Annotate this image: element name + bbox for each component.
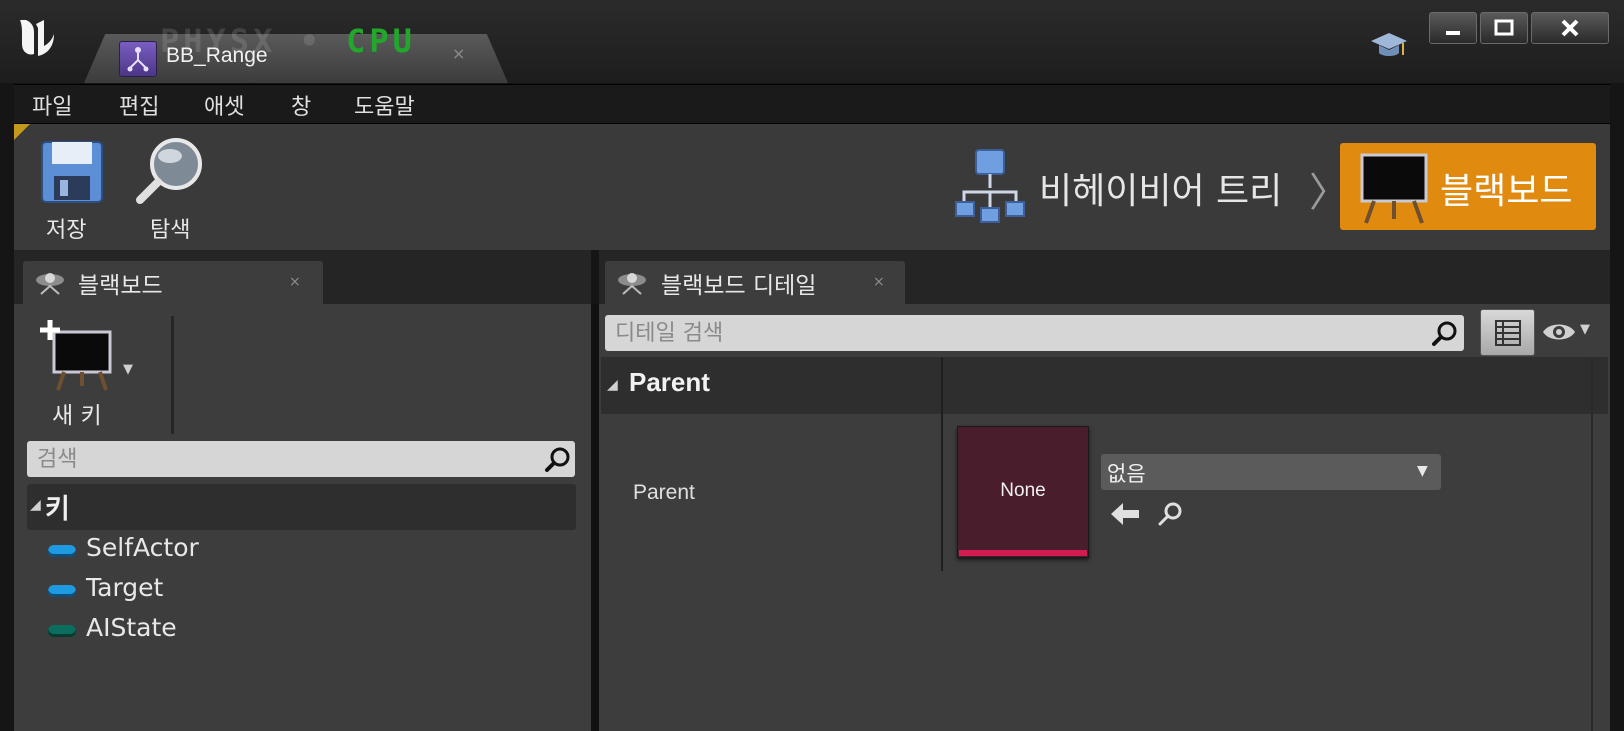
close-window-button[interactable] [1531, 12, 1609, 44]
menu-window[interactable]: 창 [291, 89, 311, 121]
key-search-input[interactable] [27, 441, 575, 477]
chevron-down-icon[interactable]: ▼ [1417, 463, 1428, 479]
property-matrix-button[interactable] [1480, 309, 1535, 356]
parent-category-label: Parent [629, 367, 710, 397]
tab-close-icon[interactable]: × [873, 274, 885, 290]
menu-edit[interactable]: 편집 [119, 89, 159, 121]
menu-bar: 파일 편집 애셋 창 도움말 [14, 84, 1610, 124]
mode-behavior-tree-label: 비헤이비어 트리 [1039, 171, 1283, 212]
key-name: SelfActor [86, 533, 199, 562]
key-name: Target [86, 573, 164, 602]
blackboard-details-tab-icon [618, 273, 646, 295]
toolbar-divider [171, 316, 174, 434]
minimize-icon [1446, 31, 1460, 35]
key-type-object-icon [48, 585, 76, 597]
grid-list-icon [1494, 319, 1521, 346]
minimize-button[interactable] [1429, 12, 1477, 44]
search-icon[interactable] [544, 445, 572, 473]
column-divider[interactable] [941, 357, 943, 571]
asset-picker-value: 없음 [1107, 462, 1146, 486]
blackboard-icon [1360, 153, 1428, 224]
menu-file[interactable]: 파일 [32, 89, 72, 121]
browse-search-icon[interactable] [1157, 500, 1185, 528]
asset-picker-combo[interactable] [1101, 454, 1441, 490]
key-list-item[interactable]: SelfActor [48, 533, 568, 567]
keys-category-label: 키 [45, 494, 70, 525]
unreal-logo-icon [20, 20, 54, 56]
blackboard-tab-icon [36, 273, 64, 295]
key-name: AIState [86, 613, 177, 642]
eye-icon[interactable] [1541, 320, 1577, 344]
mode-blackboard-label: 블랙보드 [1440, 171, 1573, 212]
keys-category-header[interactable] [27, 484, 576, 530]
asset-thumbnail-label: None [1000, 480, 1046, 501]
browse-button[interactable]: 탐색 [132, 134, 212, 244]
tutorial-hat-icon[interactable] [1369, 25, 1409, 65]
menu-asset[interactable]: 애셋 [204, 89, 244, 121]
new-key-icon [40, 320, 112, 391]
new-key-label: 새 키 [52, 403, 102, 429]
key-list-item[interactable]: Target [48, 573, 568, 607]
parent-property-label: Parent [633, 481, 695, 504]
maximize-button[interactable] [1480, 12, 1528, 44]
asset-tab-title: BB_Range [166, 44, 268, 67]
key-type-object-icon [48, 545, 76, 557]
details-search-input[interactable] [605, 315, 1464, 351]
menu-help[interactable]: 도움말 [354, 89, 415, 121]
parent-category-header[interactable] [601, 357, 1608, 414]
chevron-down-icon[interactable]: ▼ [123, 362, 133, 377]
save-button[interactable]: 저장 [36, 134, 108, 244]
close-icon [1561, 19, 1579, 37]
collapse-arrow-icon[interactable]: ◢ [30, 497, 41, 513]
blackboard-asset-icon [119, 41, 157, 77]
maximize-icon [1494, 19, 1514, 36]
save-label: 저장 [46, 218, 87, 243]
toolbar-corner-marker [14, 124, 30, 140]
panel-splitter[interactable] [591, 304, 599, 731]
tab-blackboard-label: 블랙보드 [78, 273, 163, 299]
collapse-arrow-icon[interactable]: ◢ [607, 377, 618, 393]
key-type-enum-icon [48, 625, 76, 637]
tab-blackboard-details-label: 블랙보드 디테일 [661, 273, 817, 299]
scrollbar-track [1591, 357, 1593, 731]
use-selected-arrow-icon[interactable] [1109, 500, 1141, 528]
browse-label: 탐색 [150, 218, 191, 243]
asset-type-color-bar [959, 550, 1087, 556]
tab-close-icon[interactable]: × [289, 274, 301, 290]
chevron-down-icon[interactable]: ▼ [1580, 322, 1590, 337]
search-icon[interactable] [1431, 319, 1459, 347]
behavior-tree-icon [955, 149, 1025, 223]
key-list-item[interactable]: AIState [48, 613, 568, 647]
tab-close-icon[interactable]: × [452, 44, 465, 63]
save-icon [41, 141, 103, 203]
tab-blackboard[interactable] [23, 261, 323, 306]
magnifier-icon [136, 138, 202, 204]
